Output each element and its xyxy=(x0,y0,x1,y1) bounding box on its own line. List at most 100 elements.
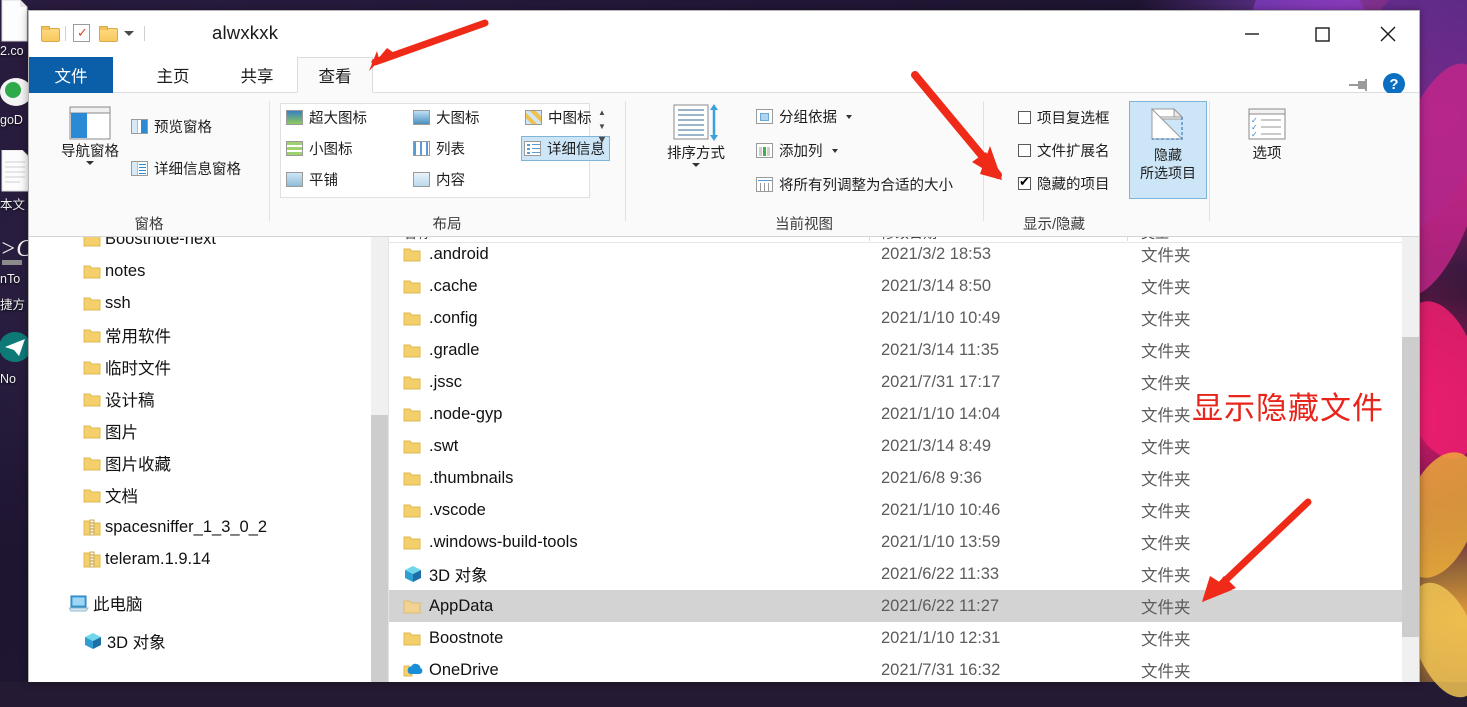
scroll-down-icon[interactable]: ▼ xyxy=(594,119,610,133)
desktop-icon[interactable] xyxy=(0,76,32,115)
minimize-button[interactable] xyxy=(1228,11,1275,57)
nav-item-label: ssh xyxy=(105,293,131,312)
pin-ribbon-button[interactable] xyxy=(1349,77,1369,93)
table-row[interactable]: OneDrive 2021/7/31 16:32 文件夹 xyxy=(389,654,1419,682)
item-checkboxes-checkbox[interactable] xyxy=(1018,111,1031,124)
layout-content[interactable]: 内容 xyxy=(413,169,465,190)
desktop-icon[interactable] xyxy=(0,149,30,195)
hidden-items-option[interactable]: 隐藏的项目 xyxy=(1018,173,1110,194)
file-list-pane[interactable]: 名称 修改日期 类型 .android 2021/3/2 18:53 文件夹 .… xyxy=(389,237,1419,682)
add-columns-icon xyxy=(756,143,773,158)
nav-item-common-software[interactable]: 常用软件 xyxy=(29,319,371,351)
layout-medium-icons[interactable]: 中图标 xyxy=(525,107,592,128)
table-row[interactable]: .windows-build-tools 2021/1/10 13:59 文件夹 xyxy=(389,526,1419,558)
details-pane-button[interactable]: 详细信息窗格 xyxy=(131,158,241,179)
table-row[interactable]: 3D 对象 2021/6/22 11:33 文件夹 xyxy=(389,558,1419,590)
chevron-down-icon[interactable] xyxy=(692,163,700,167)
table-row[interactable]: .thumbnails 2021/6/8 9:36 文件夹 xyxy=(389,462,1419,494)
desktop-icon-label: 2.co xyxy=(0,44,24,58)
hidden-items-checkbox[interactable] xyxy=(1018,174,1031,190)
layout-gallery-scroll[interactable]: ▲ ▼ ▼ xyxy=(594,105,610,147)
tab-share[interactable]: 共享 xyxy=(217,57,297,93)
ribbon-group-show-hide: 项目复选框 文件扩展名 隐藏的项目 隐藏 xyxy=(984,93,1207,236)
file-type: 文件夹 xyxy=(1141,567,1191,585)
nav-item-notes[interactable]: notes xyxy=(29,255,371,287)
nav-item-label: 图片 xyxy=(105,424,138,442)
table-row[interactable]: .gradle 2021/3/14 11:35 文件夹 xyxy=(389,334,1419,366)
table-row[interactable]: .cache 2021/3/14 8:50 文件夹 xyxy=(389,270,1419,302)
close-button[interactable] xyxy=(1364,11,1411,57)
maximize-button[interactable] xyxy=(1298,11,1345,57)
chevron-down-icon[interactable] xyxy=(86,161,94,165)
nav-pane-scroll-thumb[interactable] xyxy=(371,415,388,682)
table-row[interactable]: .android 2021/3/2 18:53 文件夹 xyxy=(389,238,1419,270)
nav-item-boostnote-next[interactable]: Boostnote-next xyxy=(29,237,371,255)
file-type: 文件夹 xyxy=(1141,535,1191,553)
desktop-icon[interactable] xyxy=(0,0,30,45)
options-button[interactable]: ✓ ✓ ✓ 选项 xyxy=(1224,107,1310,162)
properties-icon[interactable]: ✓ xyxy=(73,24,90,42)
nav-item-picture-collection[interactable]: 图片收藏 xyxy=(29,447,371,479)
folder-icon xyxy=(403,280,421,294)
file-extensions-label: 文件扩展名 xyxy=(1037,144,1110,160)
table-row[interactable]: .config 2021/1/10 10:49 文件夹 xyxy=(389,302,1419,334)
nav-item-teleram[interactable]: teleram.1.9.14 xyxy=(29,543,371,575)
hide-selected-items-button[interactable]: 隐藏 所选项目 xyxy=(1129,101,1207,199)
hide-selected-label-line2: 所选项目 xyxy=(1140,165,1196,181)
table-row[interactable]: Boostnote 2021/1/10 12:31 文件夹 xyxy=(389,622,1419,654)
chevron-down-icon[interactable] xyxy=(846,114,852,119)
tab-home[interactable]: 主页 xyxy=(133,57,213,93)
preview-pane-button[interactable]: 预览窗格 xyxy=(131,116,212,137)
file-extensions-checkbox[interactable] xyxy=(1018,144,1031,157)
file-list-scroll-thumb[interactable] xyxy=(1402,337,1419,637)
tab-file[interactable]: 文件 xyxy=(29,57,113,93)
layout-large-icons[interactable]: 大图标 xyxy=(413,107,480,128)
layout-list[interactable]: 列表 xyxy=(413,138,465,159)
file-name: .vscode xyxy=(429,500,486,519)
nav-item-documents[interactable]: 文档 xyxy=(29,479,371,511)
file-name: .windows-build-tools xyxy=(429,532,578,551)
folder-icon[interactable] xyxy=(41,26,60,42)
item-checkboxes-option[interactable]: 项目复选框 xyxy=(1018,107,1110,128)
file-extensions-option[interactable]: 文件扩展名 xyxy=(1018,140,1110,161)
navigation-pane[interactable]: Boostnote-next notes ssh 常用软件 临时文件 设计稿 图… xyxy=(29,237,371,682)
nav-item-label: spacesniffer_1_3_0_2 xyxy=(105,517,268,536)
nav-item-this-pc[interactable]: 此电脑 xyxy=(29,587,371,619)
layout-small-icons[interactable]: 小图标 xyxy=(286,138,353,159)
tab-view[interactable]: 查看 xyxy=(297,57,373,93)
nav-pane-scrollbar[interactable] xyxy=(371,237,388,682)
file-date: 2021/7/31 17:17 xyxy=(881,372,1001,391)
size-all-columns-button[interactable]: 将所有列调整为合适的大小 xyxy=(756,174,953,195)
layout-tiles[interactable]: 平铺 xyxy=(286,169,338,190)
window-title: alwxkxk xyxy=(212,22,279,43)
sort-by-button[interactable]: 排序方式 xyxy=(646,103,746,167)
navigation-pane-button[interactable]: 导航窗格 xyxy=(47,105,133,165)
table-row[interactable]: .swt 2021/3/14 8:49 文件夹 xyxy=(389,430,1419,462)
nav-item-label: 3D 对象 xyxy=(107,634,166,652)
nav-item-temp-files[interactable]: 临时文件 xyxy=(29,351,371,383)
scroll-more-icon[interactable]: ▼ xyxy=(594,133,610,147)
nav-item-spacesniffer[interactable]: spacesniffer_1_3_0_2 xyxy=(29,511,371,543)
layout-item-label: 小图标 xyxy=(309,142,353,158)
table-row[interactable]: AppData 2021/6/22 11:27 文件夹 xyxy=(389,590,1419,622)
nav-item-ssh[interactable]: ssh xyxy=(29,287,371,319)
group-by-button[interactable]: 分组依据 xyxy=(756,106,852,127)
nav-item-pictures[interactable]: 图片 xyxy=(29,415,371,447)
telegram-icon xyxy=(0,332,31,362)
table-row[interactable]: .vscode 2021/1/10 10:46 文件夹 xyxy=(389,494,1419,526)
add-columns-button[interactable]: 添加列 xyxy=(756,140,838,161)
help-button[interactable]: ? xyxy=(1383,73,1405,95)
nav-item-design-drafts[interactable]: 设计稿 xyxy=(29,383,371,415)
chevron-down-icon[interactable] xyxy=(831,148,838,153)
file-date: 2021/6/22 11:27 xyxy=(881,596,1000,615)
layout-extra-large-icons[interactable]: 超大图标 xyxy=(286,107,367,128)
nav-item-label: 文档 xyxy=(105,488,138,506)
chevron-down-icon[interactable] xyxy=(124,30,134,36)
desktop-icon[interactable]: >C xyxy=(0,232,33,271)
new-folder-icon[interactable] xyxy=(99,26,118,42)
folder-icon xyxy=(83,237,101,247)
desktop-icon[interactable] xyxy=(0,330,31,371)
scroll-up-icon[interactable]: ▲ xyxy=(594,105,610,119)
file-list-scrollbar[interactable] xyxy=(1402,237,1419,682)
nav-item-3d-objects[interactable]: 3D 对象 xyxy=(29,625,371,657)
